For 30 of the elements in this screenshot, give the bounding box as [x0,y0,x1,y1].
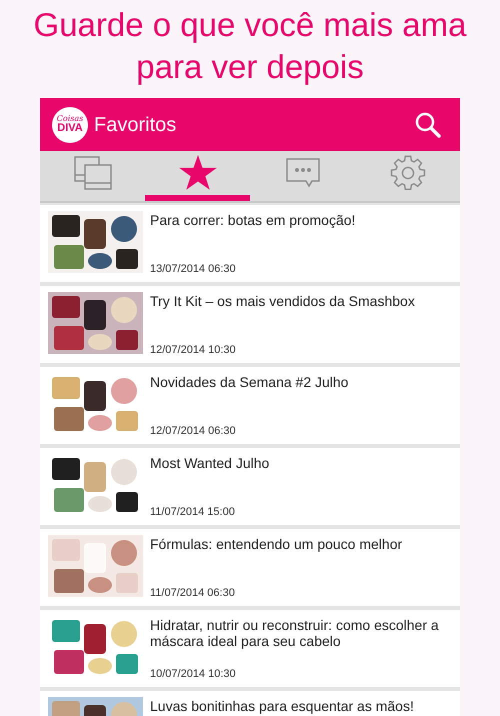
logo-script-text: Coisas [56,115,84,123]
article-card[interactable]: Para correr: botas em promoção! 13/07/2014 06:30 [40,205,460,282]
article-card[interactable]: Luvas bonitinhas para esquentar as mãos! [40,691,460,716]
chat-icon [286,158,320,188]
settings-icon [388,154,426,192]
article-title: Most Wanted Julho [150,455,270,471]
headline-text: Guarde o que você mais ama [34,5,466,45]
search-icon [415,112,441,138]
star-icon [178,155,216,191]
article-title: Hidratar, nutrir ou reconstruir: como escolher a máscara ideal para seu cabelo [150,617,440,649]
article-card[interactable]: Novidades da Semana #2 Julho 12/07/2014 06:30 [40,367,460,444]
article-title: Fórmulas: entendendo um pouco melhor [150,536,402,552]
article-title: Try It Kit – os mais vendidos da Smashbox [150,293,415,309]
article-card[interactable]: Fórmulas: entendendo um pouco melhor 11/07/2014 06:30 [40,529,460,606]
article-title: Luvas bonitinhas para esquentar as mãos! [150,698,414,714]
article-title: Para correr: botas em promoção! [150,212,356,228]
article-title: Novidades da Semana #2 Julho [150,374,348,390]
headline-text: para ver depois [136,47,364,87]
article-card[interactable]: Try It Kit – os mais vendidos da Smashbox 12/07/2014 10:30 [40,286,460,363]
article-date: 10/07/2014 10:30 [150,666,237,682]
article-date: 13/07/2014 06:30 [150,262,237,276]
article-date: 12/07/2014 10:30 [150,342,237,358]
article-date: 11/07/2014 06:30 [150,586,236,600]
logo-word-text: DIVA [57,123,83,134]
article-date: 12/07/2014 06:30 [150,424,237,438]
pages-icon [74,156,112,190]
app-title: Favoritos [94,112,178,138]
article-card[interactable]: Hidratar, nutrir ou reconstruir: como escolher a máscara ideal para seu cabelo 10/07/2014 10:30 [40,610,460,687]
article-date: 11/07/2014 15:00 [150,504,236,520]
article-card[interactable]: Most Wanted Julho 11/07/2014 15:00 [40,448,460,525]
